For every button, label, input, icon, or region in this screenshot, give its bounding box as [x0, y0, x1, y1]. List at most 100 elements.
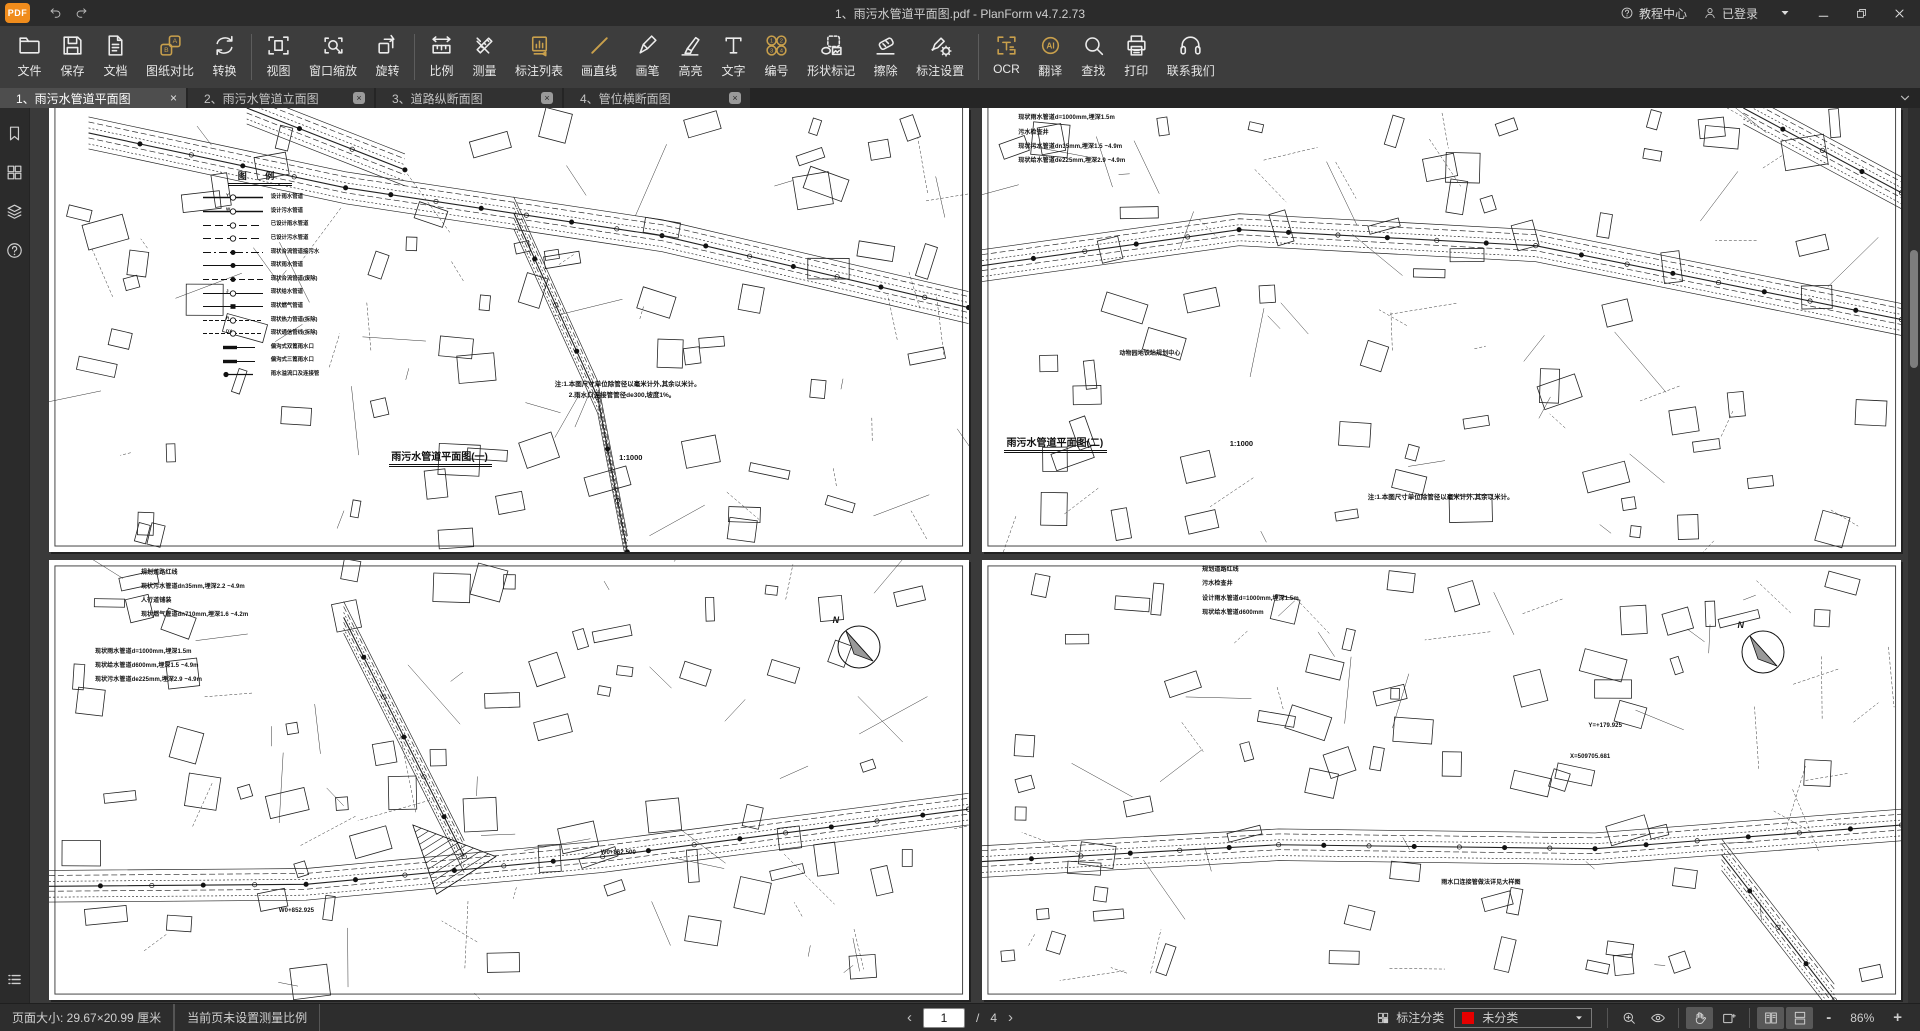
toolbar-window-zoom-button[interactable]: 窗口缩放	[300, 32, 366, 80]
legend-entry-label: 偏沟式三篦雨水口	[271, 358, 314, 363]
tab-label: 3、道路纵断面图	[392, 90, 483, 107]
toolbar-eraser-button[interactable]: 擦除	[864, 32, 907, 80]
svg-text:4: 4	[780, 48, 784, 54]
legend-row: 现状合流管道(废除)	[201, 275, 320, 284]
page-number-input[interactable]: 1	[923, 1008, 965, 1028]
tab-list-chevron-button[interactable]	[1898, 91, 1912, 105]
toolbar-search-button[interactable]: 查找	[1072, 32, 1115, 80]
next-page-button[interactable]: ›	[1008, 1010, 1013, 1025]
toolbar-label: 编号	[765, 62, 789, 79]
toolbar-scale-button[interactable]: 比例	[420, 32, 463, 80]
toolbar-ocr-button[interactable]: OCR	[984, 32, 1029, 77]
close-button[interactable]	[1888, 3, 1910, 23]
minimize-button[interactable]	[1812, 3, 1834, 23]
marquee-zoom-button[interactable]	[1615, 1007, 1642, 1029]
app-logo[interactable]: PDF	[5, 3, 30, 23]
restore-button[interactable]	[1850, 3, 1872, 23]
tab-document-2[interactable]: 2、雨污水管道立面图×	[188, 88, 374, 108]
drawing-label: 现状给水管道d600mm	[1202, 607, 1264, 616]
toolbar-convert-button[interactable]: 转换	[203, 32, 246, 80]
annotation-category-button[interactable]: 标注分类	[1366, 1009, 1454, 1026]
pdf-page-2[interactable]: 雨污水管道平面图(二)1:1000注:1.本图尺寸单位除管径以毫米计外,其余以米…	[982, 108, 1902, 552]
add-note-button[interactable]	[1715, 1007, 1742, 1029]
legend-entry-label: 现状合流管道接污水	[271, 250, 320, 255]
page-separator: /	[976, 1011, 979, 1025]
sidebar-thumbnails-button[interactable]	[5, 163, 24, 182]
zoom-level[interactable]: 86%	[1845, 1011, 1879, 1025]
toolbar-number-button[interactable]: 1234编号	[755, 32, 798, 80]
toolbar-headset-button[interactable]: 联系我们	[1158, 32, 1224, 80]
toolbar-label: 打印	[1124, 62, 1148, 79]
drawing-label: Y=+179.925	[1588, 723, 1622, 729]
tab-document-1[interactable]: 1、雨污水管道平面图×	[0, 88, 186, 108]
toolbar-compare-button[interactable]: AB图纸对比	[137, 32, 203, 80]
legend-row: 已设计雨水管道	[201, 221, 320, 230]
measure-scale-hint[interactable]: 当前页未设置测量比例	[174, 1004, 320, 1031]
drawing-label: 设计雨水管道d=1000mm,埋深1.5m	[1202, 593, 1299, 602]
sidebar-layers-button[interactable]	[5, 202, 24, 221]
legend-row: DX现状通信管线(拆除)	[201, 329, 320, 338]
prev-page-button[interactable]: ‹	[907, 1010, 912, 1025]
toolbar-print-button[interactable]: 打印	[1115, 32, 1158, 80]
translate-icon: AI	[1038, 33, 1063, 58]
toolbar-rotate-button[interactable]: 旋转	[366, 32, 409, 80]
sidebar-help-button[interactable]	[5, 241, 24, 260]
vertical-scrollbar[interactable]	[1908, 108, 1920, 1003]
legend-row: 现状合流管道接污水	[201, 248, 320, 257]
tab-close-icon[interactable]: ×	[170, 92, 177, 104]
svg-text:R: R	[226, 316, 230, 320]
tab-document-4[interactable]: 4、管位横断面图×	[564, 88, 750, 108]
sidebar-bookmarks-button[interactable]	[5, 124, 24, 143]
tab-close-icon[interactable]: ×	[541, 92, 553, 104]
toolbar-translate-button[interactable]: AI翻译	[1029, 32, 1072, 80]
login-status-button[interactable]: 已登录	[1703, 5, 1758, 22]
pdf-page-4[interactable]: 规划道路红线污水检查井设计雨水管道d=1000mm,埋深1.5m现状给水管道d6…	[982, 560, 1902, 1000]
shapes-icon	[819, 33, 844, 58]
toolbar-text-button[interactable]: 文字	[712, 32, 755, 80]
drawing-label: W0+852.925	[279, 908, 314, 914]
zoom-out-button[interactable]: -	[1826, 1010, 1831, 1025]
redo-button[interactable]	[68, 2, 94, 24]
tab-document-3[interactable]: 3、道路纵断面图 ×	[376, 88, 562, 108]
drawing-label: 规划道路红线	[1202, 564, 1239, 573]
undo-button[interactable]	[42, 2, 68, 24]
continuous-scroll-button[interactable]	[1786, 1007, 1813, 1029]
tab-close-icon[interactable]: ×	[353, 92, 365, 104]
svg-text:J: J	[226, 289, 229, 293]
toolbar-annotation-settings-button[interactable]: 标注设置	[907, 32, 973, 80]
pdf-page-3[interactable]: 规划道路红线现状污水管道dn35mm,埋深2.2 ~4.9m人行道铺装现状燃气管…	[49, 560, 969, 1000]
toolbar-highlight-button[interactable]: 高亮	[669, 32, 712, 80]
measure-icon	[472, 33, 497, 58]
toolbar-label: 旋转	[376, 62, 400, 79]
toolbar-save-button[interactable]: 保存	[51, 32, 94, 80]
restore-icon	[1855, 7, 1868, 20]
toolbar-draw-line-button[interactable]: 画直线	[572, 32, 626, 80]
pdf-page-1[interactable]: 图 例Y设计雨水管道W设计污水管道已设计雨水管道已设计污水管道现状合流管道接污水…	[49, 108, 969, 552]
ocr-icon	[994, 33, 1019, 58]
drawing-label: 动物园地铁站规划中心	[1119, 348, 1180, 357]
toolbar-separator	[414, 34, 415, 80]
divider	[1607, 1008, 1608, 1028]
toolbar-view-button[interactable]: 视图	[257, 32, 300, 80]
toolbar-document-button[interactable]: 文档	[94, 32, 137, 80]
toolbar-annotation-list-button[interactable]: 标注列表	[506, 32, 572, 80]
category-dropdown[interactable]: 未分类	[1454, 1008, 1592, 1028]
tutorial-center-button[interactable]: 教程中心	[1620, 5, 1687, 22]
hand-tool-button[interactable]	[1686, 1007, 1713, 1029]
toolbar-measure-button[interactable]: 测量	[463, 32, 506, 80]
drawing-label: 人行道铺装	[141, 595, 172, 604]
tab-close-icon[interactable]: ×	[729, 92, 741, 104]
toolbar-shapes-button[interactable]: 形状标记	[798, 32, 864, 80]
facing-pages-button[interactable]	[1757, 1007, 1784, 1029]
scrollbar-thumb[interactable]	[1910, 250, 1918, 368]
visibility-button[interactable]	[1644, 1007, 1671, 1029]
svg-text:Y: Y	[226, 193, 229, 197]
left-sidebar	[0, 108, 30, 1003]
menu-caret-button[interactable]	[1774, 3, 1796, 23]
sidebar-annotation-panel-button[interactable]	[5, 970, 24, 989]
question-circle-icon	[1620, 6, 1634, 20]
drawing-notes: 注:1.本图尺寸单位除管径以毫米计外,其余以米计。	[1368, 492, 1514, 503]
toolbar-folder-button[interactable]: 文件	[8, 32, 51, 80]
zoom-in-button[interactable]: +	[1893, 1010, 1902, 1025]
toolbar-pen-button[interactable]: 画笔	[626, 32, 669, 80]
